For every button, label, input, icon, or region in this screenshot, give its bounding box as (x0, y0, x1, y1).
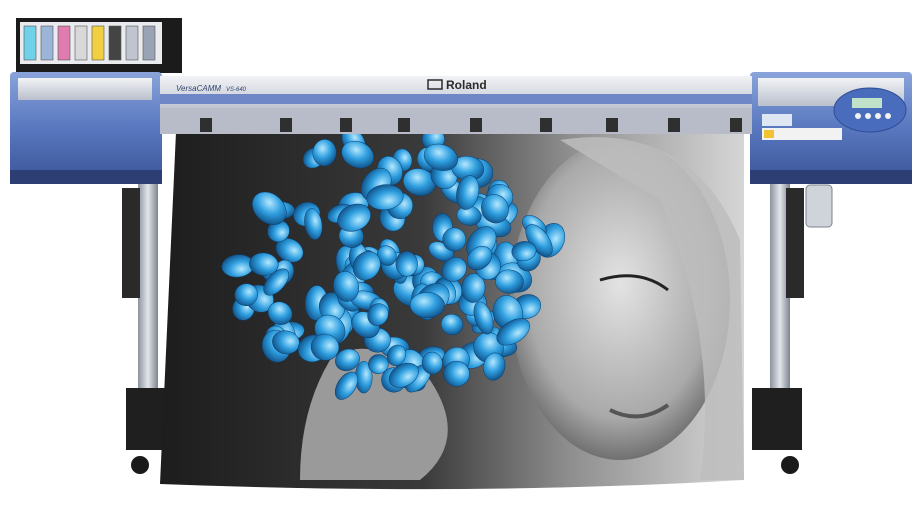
ink-cartridge-rack (16, 18, 182, 73)
pinch-roller (398, 118, 410, 132)
panel-button[interactable] (855, 113, 861, 119)
panel-button[interactable] (875, 113, 881, 119)
pinch-roller (470, 118, 482, 132)
operation-panel[interactable] (833, 87, 907, 133)
ink-cartridge (142, 25, 156, 61)
ink-cartridge (91, 25, 105, 61)
ink-cartridge (125, 25, 139, 61)
pinch-roller (540, 118, 552, 132)
pinch-roller (280, 118, 292, 132)
panel-button[interactable] (885, 113, 891, 119)
model-label: VS-640 (226, 87, 247, 93)
ink-cartridge (23, 25, 37, 61)
printer-scene: Roland VersaCAMM VS-640 (10, 18, 912, 490)
svg-text:Roland: Roland (446, 78, 487, 92)
ink-cartridge (74, 25, 88, 61)
panel-button[interactable] (865, 113, 871, 119)
pinch-roller (606, 118, 618, 132)
series-label: VersaCAMM (176, 84, 221, 93)
ink-cartridge (57, 25, 71, 61)
printed-media (160, 127, 744, 490)
ink-cartridge (40, 25, 54, 61)
petal (409, 292, 445, 319)
lcd-display (852, 98, 882, 108)
pinch-roller (730, 118, 742, 132)
ink-cartridge (108, 25, 122, 61)
pinch-roller (340, 118, 352, 132)
pinch-roller (200, 118, 212, 132)
pinch-roller (668, 118, 680, 132)
